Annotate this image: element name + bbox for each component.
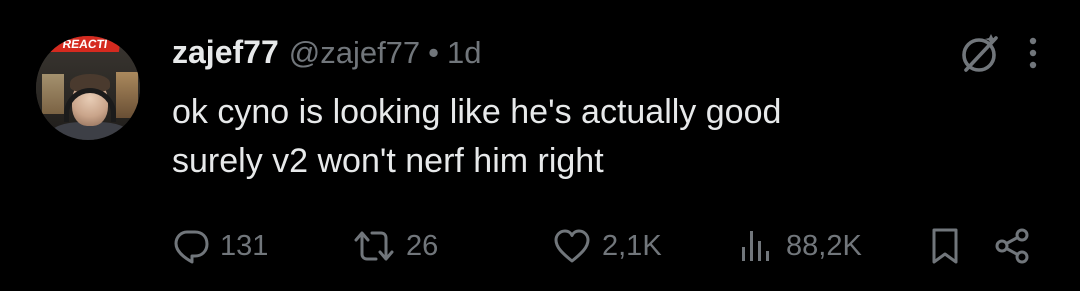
- bookmark-button[interactable]: [928, 224, 962, 268]
- user-handle[interactable]: @zajef77: [289, 35, 420, 71]
- retweet-button[interactable]: 26: [352, 224, 438, 268]
- display-name[interactable]: zajef77: [172, 34, 279, 71]
- views-button[interactable]: 88,2K: [736, 224, 862, 268]
- top-right-controls: [958, 30, 1040, 76]
- reply-icon: [172, 227, 210, 265]
- tweet-text-line-2: surely v2 won't nerf him right: [172, 142, 604, 180]
- bookmark-icon: [928, 226, 962, 266]
- avatar-poster-right: [116, 72, 138, 118]
- avatar-poster-left: [42, 74, 64, 114]
- more-options-icon[interactable]: [1004, 33, 1040, 73]
- tweet-text: ok cyno is looking like he's actually go…: [172, 88, 1032, 186]
- retweet-count: 26: [406, 229, 439, 262]
- like-count: 2,1K: [602, 229, 662, 262]
- retweet-icon: [352, 227, 396, 265]
- tweet-card[interactable]: REACTI zajef77 @zajef77 • 1d ok cyno is …: [0, 0, 1080, 291]
- tweet-header: zajef77 @zajef77 • 1d: [172, 34, 482, 78]
- like-button[interactable]: 2,1K: [552, 224, 662, 268]
- views-icon: [736, 227, 776, 265]
- views-count: 88,2K: [786, 229, 862, 262]
- tweet-text-line-1: ok cyno is looking like he's actually go…: [172, 93, 782, 131]
- avatar-react-badge: REACTI: [48, 36, 122, 52]
- avatar[interactable]: REACTI: [36, 36, 140, 140]
- grok-icon[interactable]: [958, 30, 1004, 76]
- action-bar: 131 26 2,1K 88,2K: [172, 224, 1052, 268]
- like-icon: [552, 227, 592, 265]
- share-button[interactable]: [992, 224, 1032, 268]
- reply-count: 131: [220, 229, 269, 262]
- reply-button[interactable]: 131: [172, 224, 268, 268]
- share-icon: [992, 226, 1032, 266]
- separator-dot: •: [428, 35, 440, 70]
- timestamp[interactable]: 1d: [447, 35, 481, 71]
